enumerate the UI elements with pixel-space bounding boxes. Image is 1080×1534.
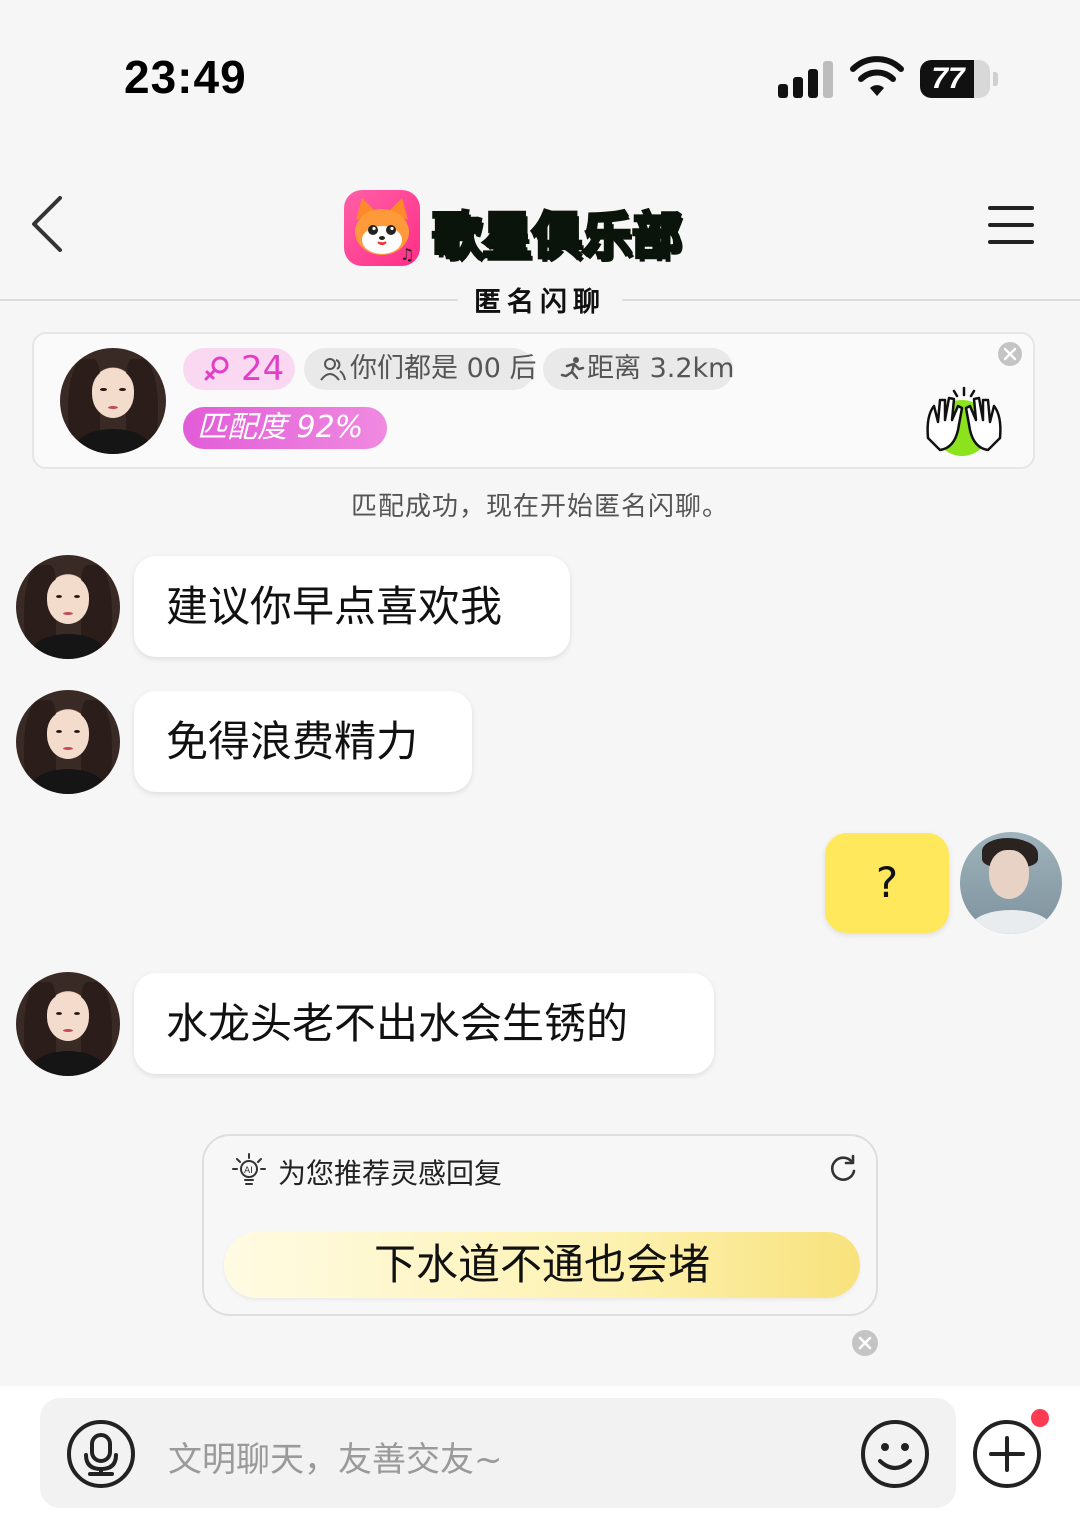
system-message: 匹配成功，现在开始匿名闪聊。 (350, 492, 729, 522)
voice-icon[interactable] (66, 1419, 136, 1489)
back-icon[interactable] (26, 194, 70, 254)
app-logo-icon: ♫ (344, 190, 420, 266)
battery-level: 77 (931, 62, 965, 95)
message-text: 免得浪费精力 (166, 717, 419, 766)
svg-text:♫: ♫ (400, 245, 414, 264)
battery-cap (993, 72, 998, 86)
battery-icon: 77 (920, 60, 990, 98)
close-icon[interactable] (997, 341, 1023, 367)
message-text: 建议你早点喜欢我 (166, 582, 503, 631)
svg-text:AI: AI (244, 1166, 253, 1176)
message-text: ? (875, 858, 899, 907)
input-placeholder: 文明聊天，友善交友~ (168, 1440, 503, 1480)
app-brand-title: 歌星俱乐部 (431, 206, 684, 267)
refresh-icon[interactable] (828, 1154, 858, 1184)
distance-tag: 距离 3.2km (543, 348, 735, 390)
partner-avatar[interactable] (16, 555, 120, 659)
partner-avatar[interactable] (60, 348, 166, 454)
running-icon (560, 357, 585, 380)
message-bubble[interactable]: 建议你早点喜欢我 (134, 556, 570, 657)
partner-avatar[interactable] (16, 972, 120, 1076)
people-icon (320, 358, 346, 381)
wifi-icon (850, 56, 904, 96)
my-avatar[interactable] (960, 832, 1062, 934)
chat-mode-title: 匿名闪聊 (474, 287, 606, 318)
age-tag: 24 (183, 348, 295, 390)
emoji-icon[interactable] (860, 1419, 930, 1489)
status-time: 23:49 (124, 51, 247, 103)
female-icon (204, 356, 229, 381)
suggestion-title: 为您推荐灵感回复 (278, 1157, 503, 1190)
message-bubble[interactable]: 水龙头老不出水会生锈的 (134, 973, 714, 1074)
message-text: 水龙头老不出水会生锈的 (166, 999, 629, 1048)
my-message-bubble[interactable]: ? (825, 833, 949, 933)
status-bar: 23:49 77 (0, 0, 1080, 150)
suggested-reply-button[interactable]: 下水道不通也会堵 (224, 1232, 860, 1298)
divider (0, 299, 458, 301)
close-suggestion-icon[interactable] (851, 1329, 879, 1357)
age-value: 24 (241, 349, 285, 389)
message-bubble[interactable]: 免得浪费精力 (134, 691, 472, 792)
plus-icon[interactable] (972, 1419, 1042, 1489)
generation-text: 你们都是 00 后 (350, 353, 537, 384)
partner-avatar[interactable] (16, 690, 120, 794)
notification-dot (1031, 1409, 1049, 1427)
generation-tag: 你们都是 00 后 (304, 348, 537, 390)
match-score-badge: 匹配度 92% (183, 407, 387, 449)
menu-icon[interactable] (988, 204, 1036, 246)
distance-text: 距离 3.2km (587, 353, 735, 384)
high-five-icon (926, 386, 1002, 456)
ai-bulb-icon: AI (232, 1153, 266, 1185)
signal-icon (778, 60, 836, 98)
divider (622, 299, 1080, 301)
